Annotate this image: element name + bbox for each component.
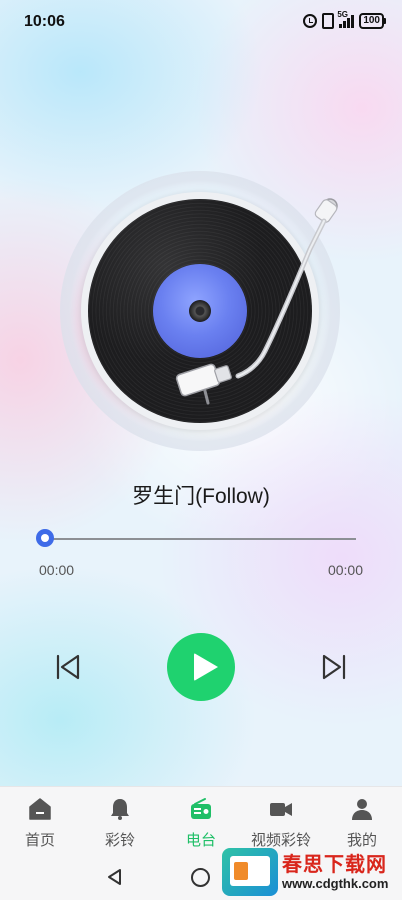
tonearm-icon xyxy=(175,198,338,405)
total-time: 00:00 xyxy=(327,562,363,578)
network-type: 5G xyxy=(337,10,348,19)
radio-icon xyxy=(191,798,211,819)
watermark-url: www.cdgthk.com xyxy=(282,876,389,891)
play-icon xyxy=(194,653,218,681)
current-time: 00:00 xyxy=(39,562,75,578)
nav-item-ringtone[interactable]: 彩铃 xyxy=(80,787,160,853)
watermark-logo-icon xyxy=(222,848,278,896)
vinyl-turntable xyxy=(60,171,340,451)
status-time: 10:06 xyxy=(24,13,65,30)
nav-item-video-ringtone[interactable]: 视频彩铃 xyxy=(241,787,321,853)
song-title: 罗生门(Follow) xyxy=(132,485,270,508)
nav-item-mine[interactable]: 我的 xyxy=(322,787,402,853)
status-bar: 10:06 5G 100 xyxy=(0,0,402,44)
progress-thumb[interactable] xyxy=(36,529,54,547)
battery-icon: 100 xyxy=(359,13,386,29)
nav-item-radio[interactable]: 电台 xyxy=(161,787,241,853)
site-watermark: 春思下载网 www.cdgthk.com xyxy=(222,846,402,900)
next-track-button[interactable] xyxy=(320,653,348,681)
video-camera-icon xyxy=(270,803,292,816)
alarm-icon xyxy=(303,14,318,28)
play-button[interactable] xyxy=(167,633,235,701)
vibrate-icon xyxy=(322,13,335,29)
back-icon[interactable] xyxy=(106,868,124,886)
status-icons: 5G 100 xyxy=(303,10,386,29)
previous-track-button[interactable] xyxy=(54,653,82,681)
user-icon xyxy=(352,799,372,820)
nav-label-ringtone: 彩铃 xyxy=(104,832,135,849)
home-icon xyxy=(29,798,51,820)
home-circle-icon[interactable] xyxy=(191,868,210,887)
watermark-title: 春思下载网 xyxy=(282,854,387,876)
signal-icon: 5G xyxy=(337,10,355,28)
bottom-nav: 首页 彩铃 电台 视频彩铃 我的 xyxy=(0,786,402,852)
bell-icon xyxy=(111,799,129,820)
progress-track[interactable] xyxy=(45,538,356,540)
nav-label-home: 首页 xyxy=(24,832,55,849)
nav-item-home[interactable]: 首页 xyxy=(0,787,80,853)
